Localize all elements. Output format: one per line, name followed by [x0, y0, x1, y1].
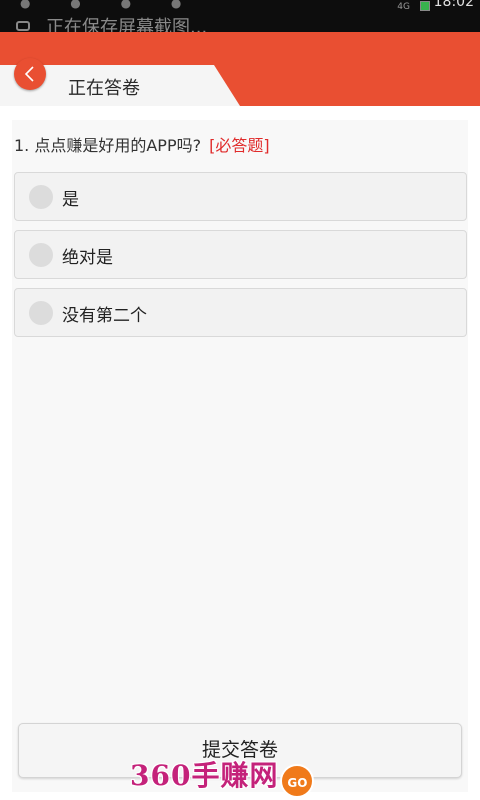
question-text: 1. 点点赚是好用的APP吗?	[14, 136, 202, 155]
option-item[interactable]: 绝对是	[14, 230, 467, 279]
radio-circle-icon[interactable]	[29, 185, 53, 209]
option-label: 没有第二个	[62, 306, 147, 326]
status-time: 18:02	[433, 0, 474, 10]
notification-text: 正在保存屏幕截图...	[46, 17, 208, 33]
radio-circle-icon[interactable]	[29, 301, 53, 325]
page-title: 正在答卷	[68, 78, 140, 99]
screenshot-icon	[16, 21, 30, 31]
option-label: 是	[62, 190, 79, 210]
go-badge-icon: GO	[280, 763, 315, 798]
option-item[interactable]: 是	[14, 172, 467, 221]
notification-bar: 正在保存屏幕截图...	[0, 12, 480, 32]
survey-content: 1. 点点赚是好用的APP吗? [必答题] 是 绝对是 没有第二个 提交答卷	[0, 106, 480, 800]
survey-card: 1. 点点赚是好用的APP吗? [必答题] 是 绝对是 没有第二个 提交答卷	[12, 120, 468, 792]
network-indicator: 4G	[397, 2, 410, 12]
required-tag: [必答题]	[209, 136, 270, 155]
question-title: 1. 点点赚是好用的APP吗? [必答题]	[14, 132, 270, 156]
status-bar: ● ● ● ● 4G 18:02	[0, 0, 480, 12]
battery-icon	[420, 1, 430, 11]
back-button[interactable]	[14, 58, 46, 90]
chevron-left-icon	[24, 66, 34, 82]
radio-circle-icon[interactable]	[29, 243, 53, 267]
notification-icons: ● ● ● ●	[20, 0, 200, 10]
header: 正在答卷	[0, 32, 480, 106]
watermark-text: 360手赚网	[130, 759, 279, 792]
option-label: 绝对是	[62, 248, 113, 268]
watermark-logo: 360手赚网 GO	[130, 754, 315, 798]
option-item[interactable]: 没有第二个	[14, 288, 467, 337]
